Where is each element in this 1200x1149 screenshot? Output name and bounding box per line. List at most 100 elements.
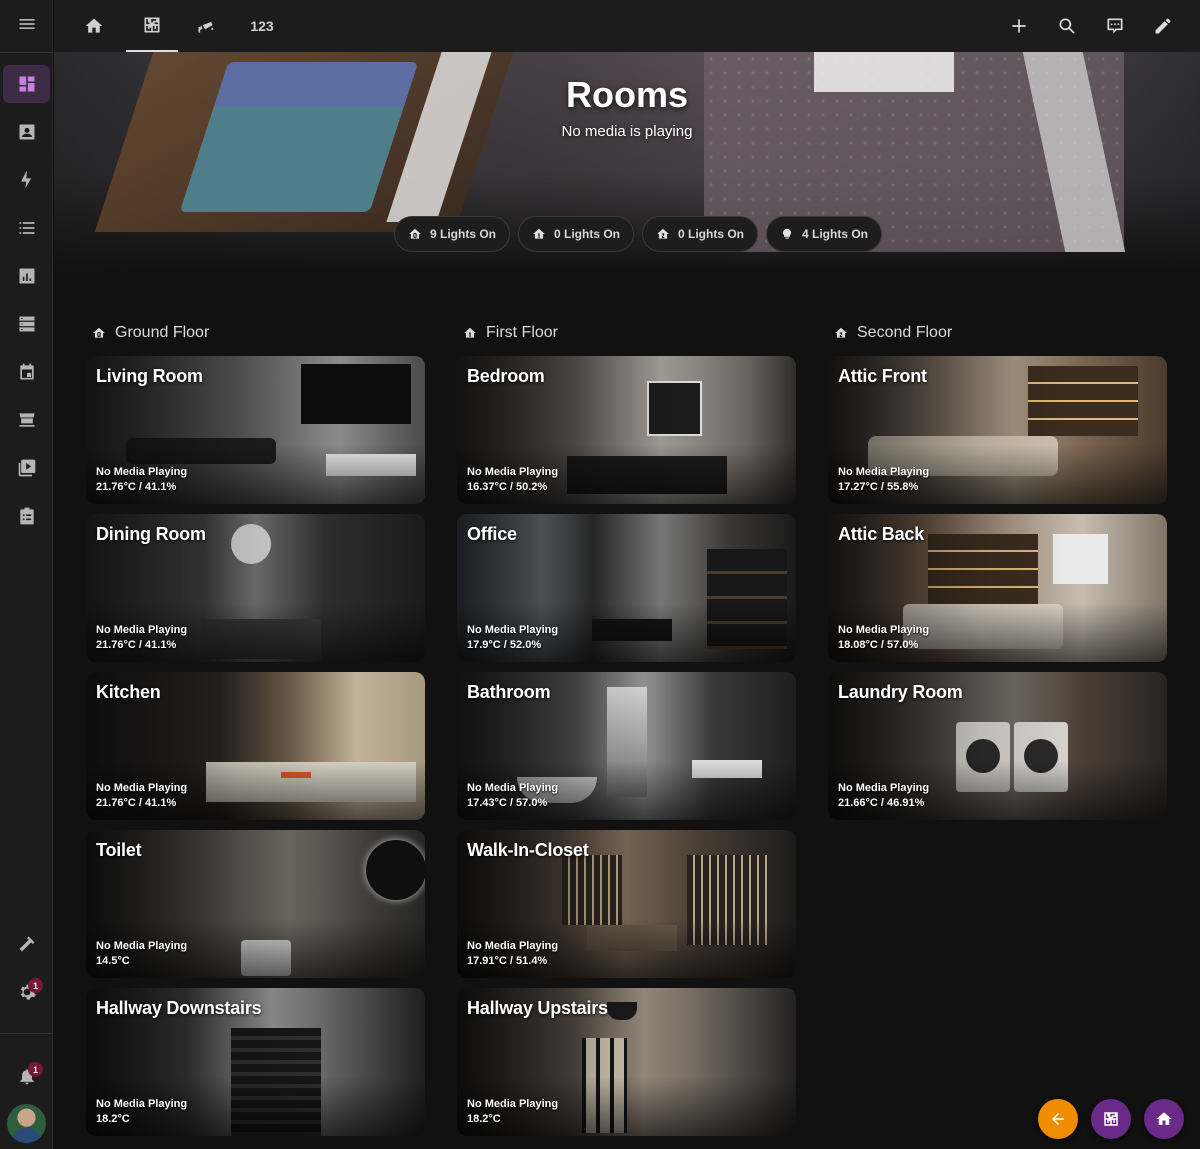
dashboard-icon xyxy=(19,76,34,92)
room-card-laundry-room[interactable]: Laundry Room No Media Playing 21.66°C / … xyxy=(828,672,1167,820)
room-media-status: No Media Playing xyxy=(96,940,188,952)
floor-name: First Floor xyxy=(486,324,558,341)
toolbar: 123 xyxy=(54,0,1200,52)
chip-label: 4 Lights On xyxy=(802,227,868,241)
tab-123-label: 123 xyxy=(250,18,274,34)
avatar[interactable] xyxy=(7,1104,46,1143)
room-card-kitchen[interactable]: Kitchen No Media Playing 21.76°C / 41.1% xyxy=(86,672,425,820)
assist-button[interactable] xyxy=(1101,12,1129,40)
room-card-attic-front[interactable]: Attic Front No Media Playing 17.27°C / 5… xyxy=(828,356,1167,504)
sidebar-item-energy[interactable] xyxy=(3,161,50,199)
edit-button[interactable] xyxy=(1149,12,1177,40)
sidebar-item-todo[interactable] xyxy=(3,497,50,535)
tab-rooms[interactable] xyxy=(126,0,178,52)
search-button[interactable] xyxy=(1053,12,1081,40)
light-chips: 9 Lights On 0 Lights On 0 Lights On 4 Li… xyxy=(394,216,882,252)
room-card-office[interactable]: Office No Media Playing 17.9°C / 52.0% xyxy=(457,514,796,662)
outdoor-lamp-icon xyxy=(782,228,792,239)
tab-cameras[interactable] xyxy=(182,0,230,52)
room-card-walk-in-closet[interactable]: Walk-In-Closet No Media Playing 17.91°C … xyxy=(457,830,796,978)
home-floor-1-icon xyxy=(464,327,476,338)
home-floor-2-icon xyxy=(657,228,669,239)
back-fab[interactable] xyxy=(1038,1099,1078,1139)
sidebar-divider-bottom xyxy=(0,1033,53,1034)
sidebar-item-settings[interactable] xyxy=(3,973,50,1011)
notifications-badge: 1 xyxy=(28,1062,43,1077)
room-name: Toilet xyxy=(96,840,142,860)
cctv-icon xyxy=(198,21,214,33)
room-climate: 21.66°C / 46.91% xyxy=(838,797,925,809)
room-media-status: No Media Playing xyxy=(838,782,930,794)
room-card-toilet[interactable]: Toilet No Media Playing 14.5°C xyxy=(86,830,425,978)
menu-button[interactable] xyxy=(3,5,50,43)
sidebar-item-server[interactable] xyxy=(3,305,50,343)
room-climate: 21.76°C / 41.1% xyxy=(96,639,177,651)
sidebar-item-dashboard[interactable] xyxy=(3,65,50,103)
logbook-icon xyxy=(19,222,34,234)
floorplan-icon xyxy=(144,17,160,33)
sidebar-item-calendar[interactable] xyxy=(3,353,50,391)
room-climate: 21.76°C / 41.1% xyxy=(96,797,177,809)
sidebar-item-hacs[interactable] xyxy=(3,401,50,439)
room-card-hallway-downstairs[interactable]: Hallway Downstairs No Media Playing 18.2… xyxy=(86,988,425,1136)
room-climate: 16.37°C / 50.2% xyxy=(467,481,548,493)
home-floor-2-icon xyxy=(835,327,847,338)
home-fab[interactable] xyxy=(1144,1099,1184,1139)
energy-icon xyxy=(20,171,31,189)
chip-second-floor-lights[interactable]: 0 Lights On xyxy=(642,216,758,252)
room-name: Dining Room xyxy=(96,524,206,544)
room-media-status: No Media Playing xyxy=(467,624,559,636)
tab-123[interactable]: 123 xyxy=(238,0,286,52)
room-card-bathroom[interactable]: Bathroom No Media Playing 17.43°C / 57.0… xyxy=(457,672,796,820)
add-icon xyxy=(1012,19,1026,33)
room-card-hallway-upstairs[interactable]: Hallway Upstairs No Media Playing 18.2°C xyxy=(457,988,796,1136)
add-button[interactable] xyxy=(1005,12,1033,40)
room-media-status: No Media Playing xyxy=(467,1098,559,1110)
assist-icon xyxy=(1107,18,1123,34)
room-card-attic-back[interactable]: Attic Back No Media Playing 18.08°C / 57… xyxy=(828,514,1167,662)
chip-label: 0 Lights On xyxy=(554,227,620,241)
floor-heading-ground: Ground Floor xyxy=(92,324,209,342)
room-media-status: No Media Playing xyxy=(96,1098,188,1110)
room-card-living-room[interactable]: Living Room No Media Playing 21.76°C / 4… xyxy=(86,356,425,504)
floor-name: Ground Floor xyxy=(115,324,210,341)
room-media-status: No Media Playing xyxy=(96,782,188,794)
sidebar-item-notifications[interactable] xyxy=(3,1057,50,1095)
home-floor-0-icon xyxy=(409,228,421,239)
room-name: Laundry Room xyxy=(838,682,963,702)
floorplan-icon xyxy=(1104,1112,1118,1126)
room-media-status: No Media Playing xyxy=(96,466,188,478)
sidebar-item-developer-tools[interactable] xyxy=(3,925,50,963)
room-card-dining-room[interactable]: Dining Room No Media Playing 21.76°C / 4… xyxy=(86,514,425,662)
room-name: Attic Front xyxy=(838,366,927,386)
chip-outdoor-lights[interactable]: 4 Lights On xyxy=(766,216,882,252)
settings-badge: 1 xyxy=(28,978,43,993)
page-title: Rooms xyxy=(565,74,688,115)
sidebar-item-media[interactable] xyxy=(3,449,50,487)
room-media-status: No Media Playing xyxy=(467,466,559,478)
chip-first-floor-lights[interactable]: 0 Lights On xyxy=(518,216,634,252)
floorplan-fab[interactable] xyxy=(1091,1099,1131,1139)
room-media-status: No Media Playing xyxy=(838,624,930,636)
hacs-icon xyxy=(19,413,34,427)
room-name: Bathroom xyxy=(467,682,551,702)
back-arrow-icon xyxy=(1052,1113,1064,1125)
room-name: Bedroom xyxy=(467,366,545,386)
room-media-status: No Media Playing xyxy=(96,624,188,636)
room-climate: 18.2°C xyxy=(96,1113,130,1125)
room-media-status: No Media Playing xyxy=(467,940,559,952)
search-icon xyxy=(1059,18,1075,34)
sidebar-item-map[interactable] xyxy=(3,113,50,151)
menu-icon xyxy=(19,19,34,29)
sidebar-divider xyxy=(0,52,53,53)
floor-heading-first: First Floor xyxy=(463,324,558,342)
sidebar-item-logbook[interactable] xyxy=(3,209,50,247)
server-icon xyxy=(19,316,34,332)
sidebar-item-history[interactable] xyxy=(3,257,50,295)
room-name: Attic Back xyxy=(838,524,925,544)
chip-ground-floor-lights[interactable]: 9 Lights On xyxy=(394,216,510,252)
room-card-bedroom[interactable]: Bedroom No Media Playing 16.37°C / 50.2% xyxy=(457,356,796,504)
room-climate: 17.43°C / 57.0% xyxy=(467,797,548,809)
tab-home[interactable] xyxy=(70,0,118,52)
todo-icon xyxy=(19,507,34,525)
